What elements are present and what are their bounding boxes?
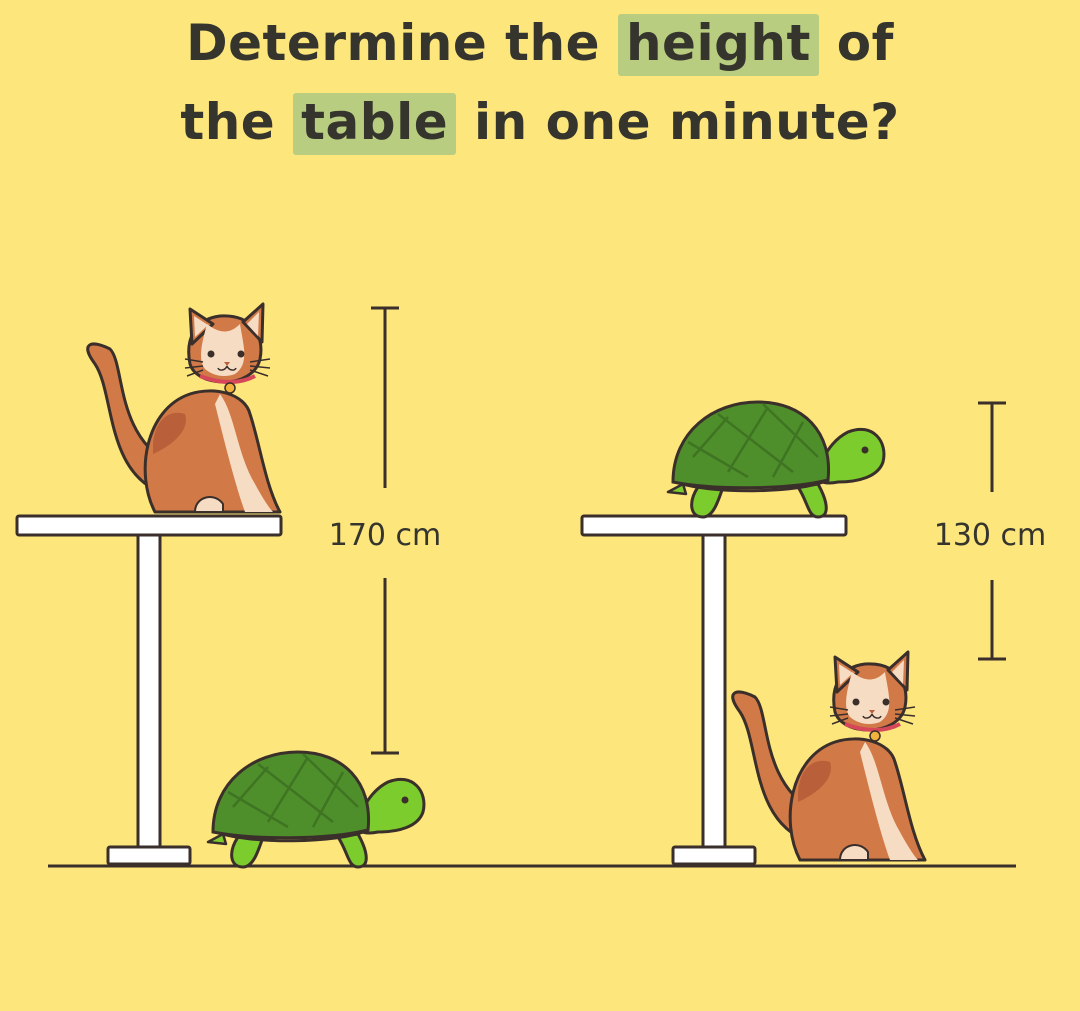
right-height-label: 130 cm bbox=[934, 518, 1047, 553]
cat-on-table bbox=[85, 302, 282, 514]
left-height-label: 170 cm bbox=[329, 518, 442, 553]
turtle-on-table bbox=[666, 400, 886, 519]
puzzle-canvas: Determine the height of the table in one… bbox=[0, 0, 1080, 1011]
illustration: 170 cm 130 cm bbox=[15, 302, 1047, 869]
turtle-on-floor bbox=[206, 750, 426, 869]
cat-on-floor bbox=[730, 650, 927, 862]
